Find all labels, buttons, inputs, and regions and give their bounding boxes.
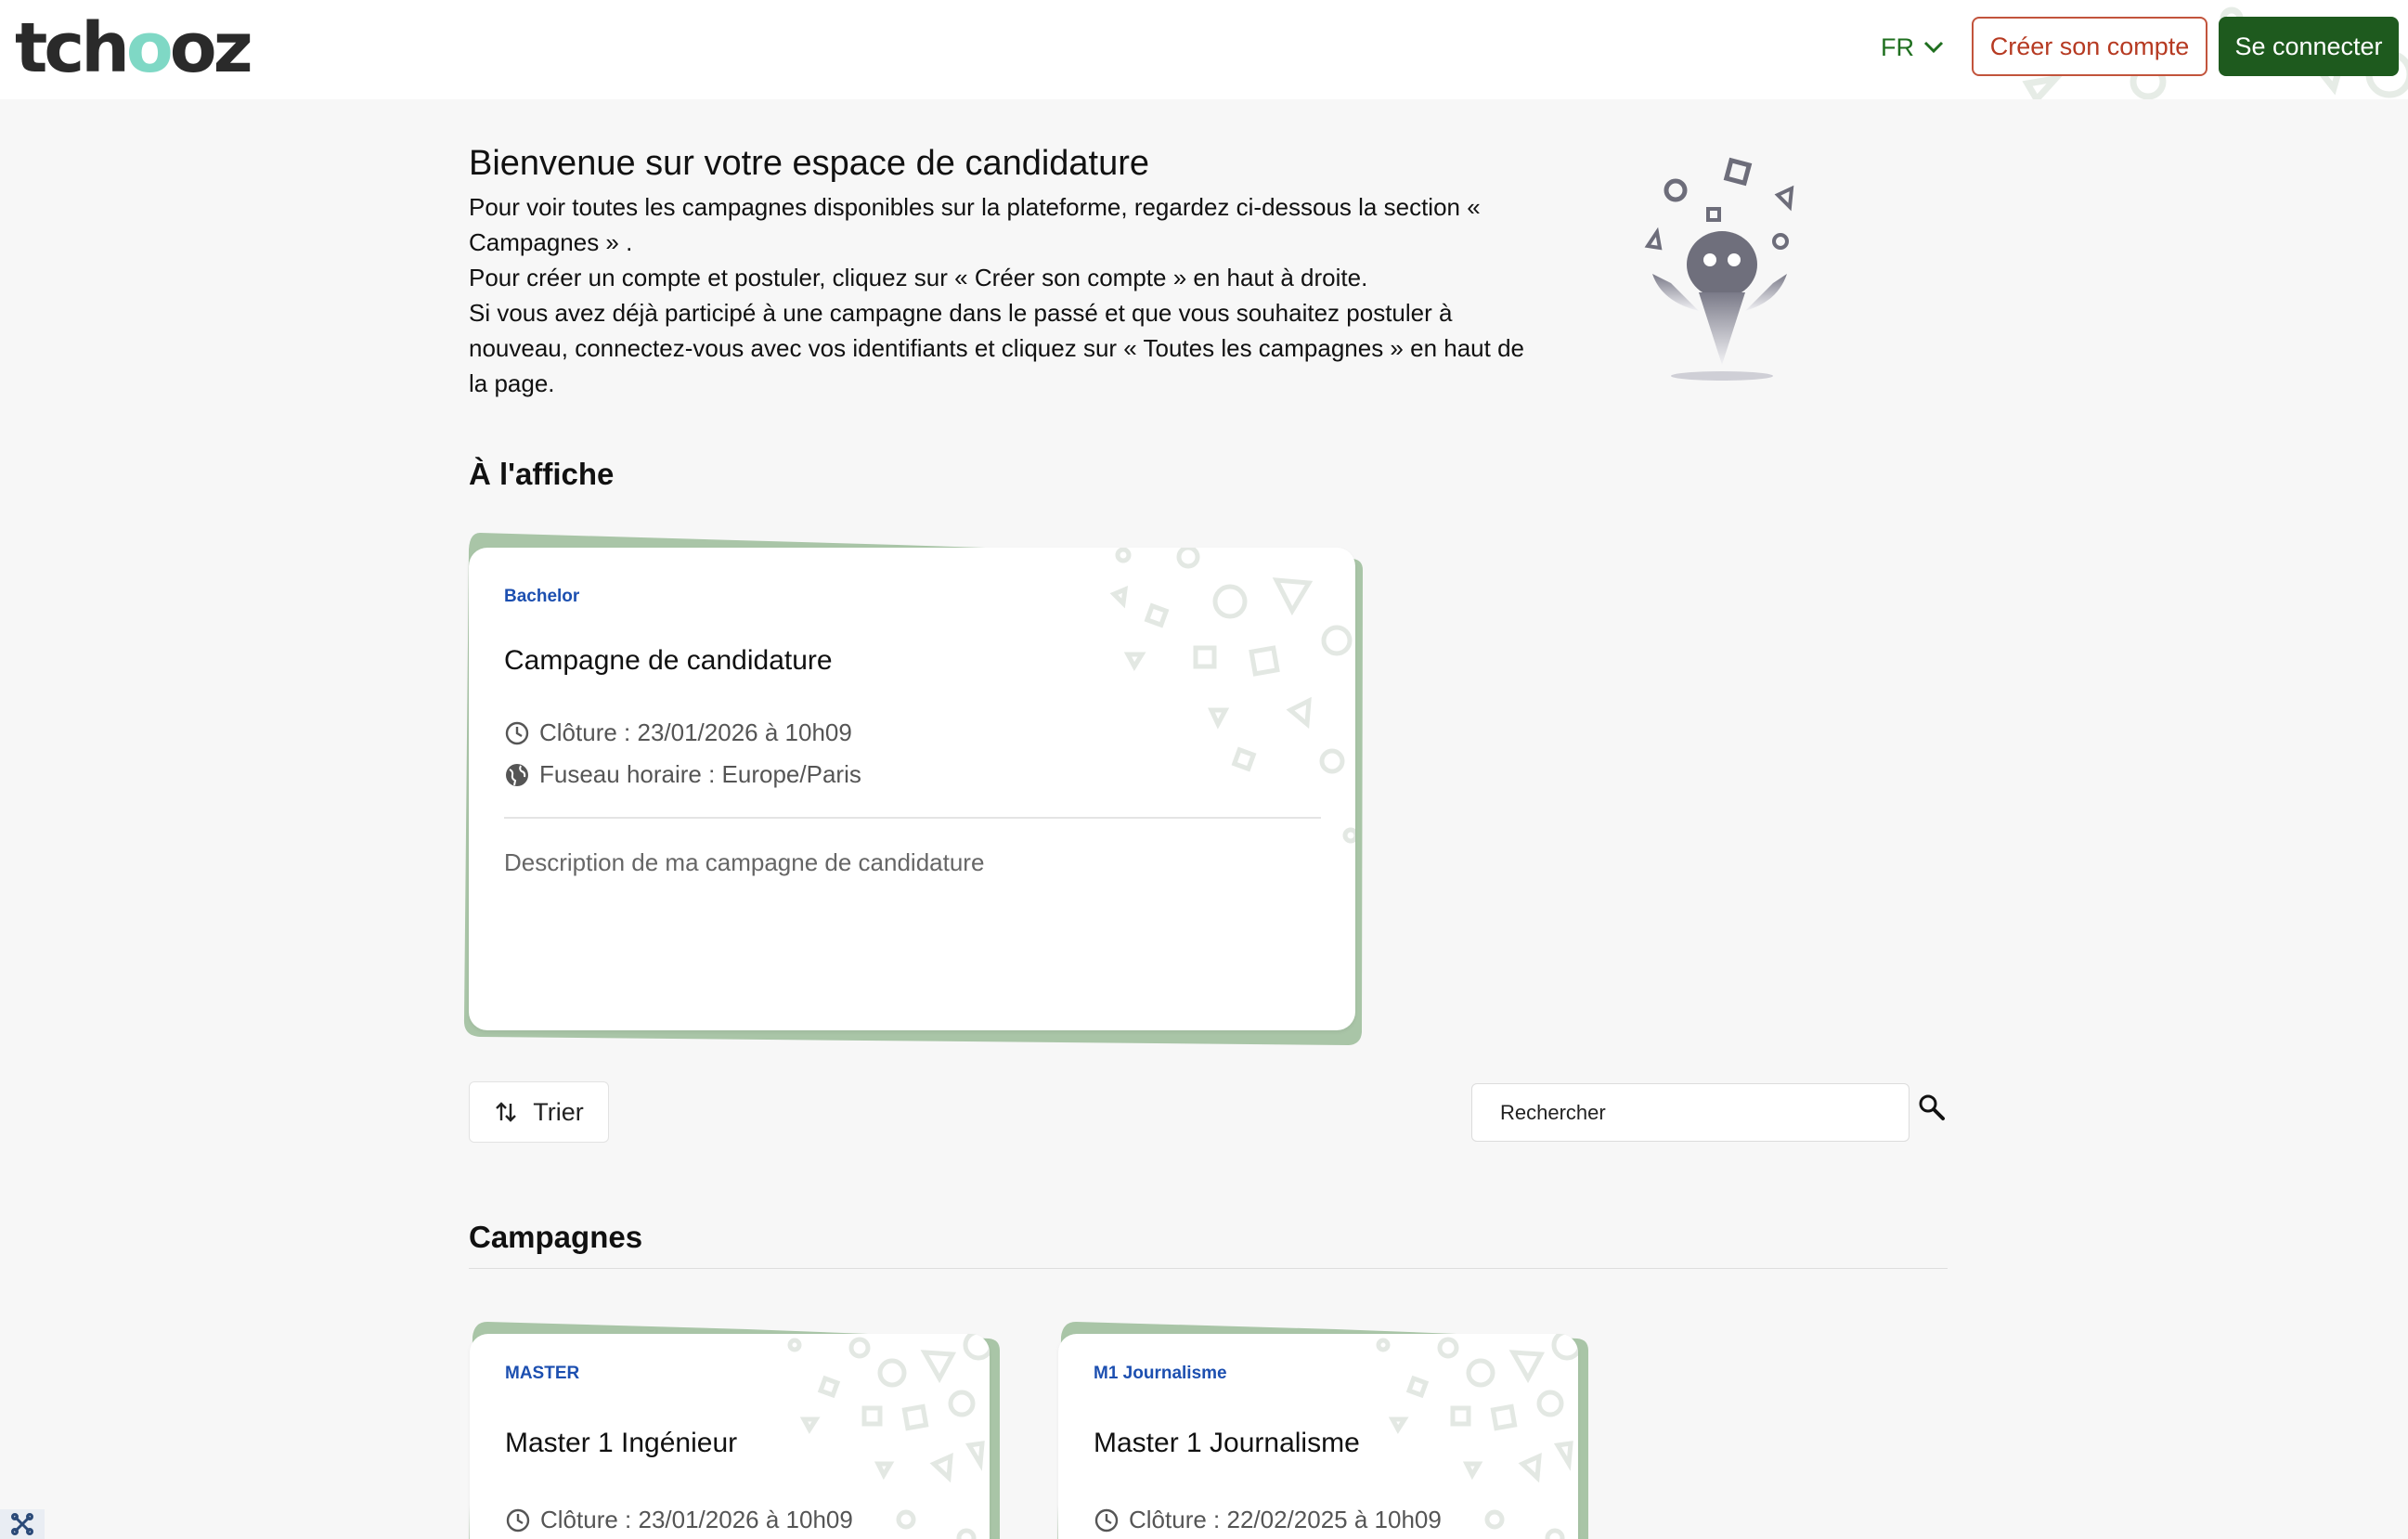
campaign-closing: Clôture : 23/01/2026 à 10h09 bbox=[504, 718, 852, 747]
card-body[interactable]: M1 Journalisme Master 1 Journalisme Clôt… bbox=[1058, 1334, 1578, 1539]
campaign-card[interactable]: MASTER Master 1 Ingénieur Clôture : 23/0… bbox=[469, 1320, 1002, 1539]
campaign-timezone: Fuseau horaire : Europe/Paris bbox=[504, 760, 861, 789]
search-input[interactable] bbox=[1471, 1083, 1910, 1142]
language-selector[interactable]: FR bbox=[1881, 28, 1944, 67]
timezone-text: Fuseau horaire : Europe/Paris bbox=[539, 760, 861, 788]
logo-text: tchooz bbox=[15, 8, 253, 88]
intro-line: Si vous avez déjà participé à une campag… bbox=[469, 299, 1525, 397]
intro-line: Pour voir toutes les campagnes disponibl… bbox=[469, 193, 1481, 256]
clock-icon bbox=[506, 1508, 530, 1532]
page-title: Bienvenue sur votre espace de candidatur… bbox=[469, 144, 1150, 183]
campaign-tag: MASTER bbox=[505, 1364, 580, 1383]
campaign-tag: Bachelor bbox=[504, 587, 580, 606]
sort-label: Trier bbox=[533, 1097, 584, 1126]
intro-text: Pour voir toutes les campagnes disponibl… bbox=[469, 189, 1546, 401]
campaign-title[interactable]: Campagne de candidature bbox=[504, 645, 833, 677]
campaigns-section-title: Campagnes bbox=[469, 1220, 643, 1254]
chevron-down-icon bbox=[1923, 41, 1944, 54]
featured-campaign-card[interactable]: Bachelor Campagne de candidature Clôture… bbox=[461, 531, 1365, 1047]
section-divider bbox=[469, 1268, 1948, 1269]
card-divider bbox=[504, 817, 1321, 819]
tchooz-logo[interactable]: tchooz bbox=[15, 8, 253, 88]
campaign-title[interactable]: Master 1 Ingénieur bbox=[505, 1428, 737, 1459]
campaign-title[interactable]: Master 1 Journalisme bbox=[1094, 1428, 1360, 1459]
card-decoration bbox=[1109, 548, 1355, 844]
clock-icon bbox=[505, 721, 529, 744]
login-button[interactable]: Se connecter bbox=[2219, 17, 2399, 76]
clock-icon bbox=[1094, 1508, 1119, 1532]
joomla-icon bbox=[11, 1513, 33, 1535]
juggling-mascot-illustration bbox=[1644, 157, 1794, 381]
card-body[interactable]: Bachelor Campagne de candidature Clôture… bbox=[469, 548, 1355, 1030]
top-bar: tchooz FR Créer son compte Se connecter bbox=[0, 0, 2408, 99]
closing-text: Clôture : 23/01/2026 à 10h09 bbox=[540, 1506, 853, 1533]
language-label: FR bbox=[1881, 32, 1914, 61]
sort-arrows-icon bbox=[496, 1102, 517, 1122]
closing-text: Clôture : 22/02/2025 à 10h09 bbox=[1129, 1506, 1442, 1533]
globe-icon bbox=[506, 763, 528, 786]
card-body[interactable]: MASTER Master 1 Ingénieur Clôture : 23/0… bbox=[470, 1334, 990, 1539]
intro-line: Pour créer un compte et postuler, clique… bbox=[469, 264, 1368, 291]
campaign-card[interactable]: M1 Journalisme Master 1 Journalisme Clôt… bbox=[1057, 1320, 1590, 1539]
sort-button[interactable]: Trier bbox=[469, 1081, 609, 1143]
campaign-closing: Clôture : 22/02/2025 à 10h09 bbox=[1094, 1506, 1442, 1534]
campaign-tag: M1 Journalisme bbox=[1094, 1364, 1227, 1383]
campaign-closing: Clôture : 23/01/2026 à 10h09 bbox=[505, 1506, 853, 1534]
joomla-admin-icon[interactable] bbox=[0, 1509, 45, 1539]
featured-section-title: À l'affiche bbox=[469, 457, 615, 491]
register-button[interactable]: Créer son compte bbox=[1972, 17, 2207, 76]
closing-text: Clôture : 23/01/2026 à 10h09 bbox=[539, 718, 852, 746]
search-icon[interactable] bbox=[1918, 1093, 1946, 1121]
campaign-description: Description de ma campagne de candidatur… bbox=[504, 848, 985, 876]
